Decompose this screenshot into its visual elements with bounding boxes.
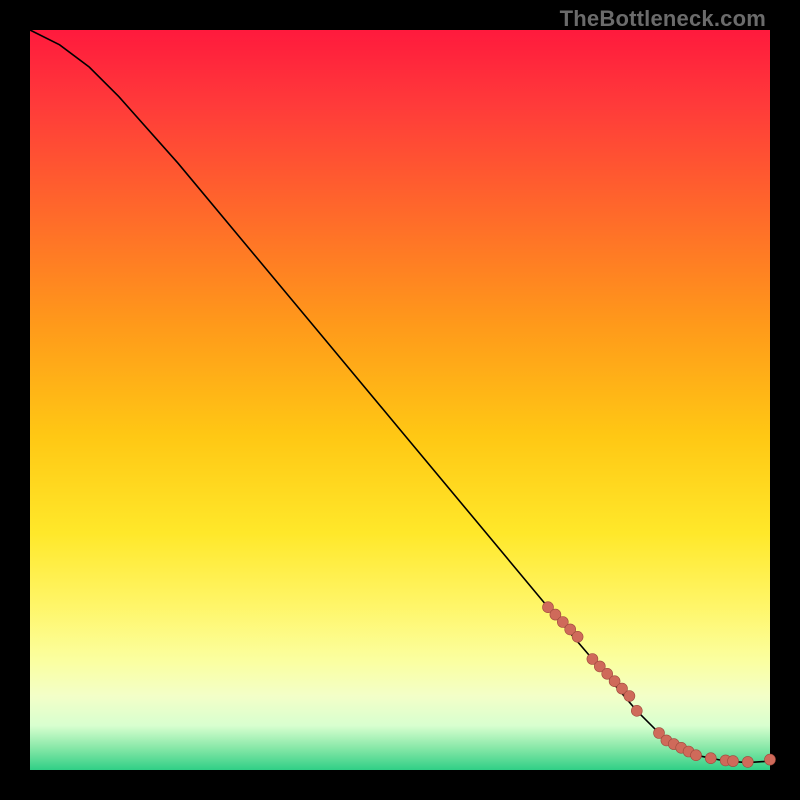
sample-point	[728, 756, 739, 767]
sample-point	[631, 705, 642, 716]
chart-svg	[30, 30, 770, 770]
sample-point	[624, 691, 635, 702]
plot-area	[30, 30, 770, 770]
sample-point	[691, 750, 702, 761]
sample-points-group	[543, 602, 776, 768]
chart-frame: TheBottleneck.com	[0, 0, 800, 800]
sample-point	[572, 631, 583, 642]
sample-point	[765, 754, 776, 765]
watermark-text: TheBottleneck.com	[560, 6, 766, 32]
sample-point	[742, 756, 753, 767]
sample-point	[705, 753, 716, 764]
bottleneck-curve	[30, 30, 770, 763]
